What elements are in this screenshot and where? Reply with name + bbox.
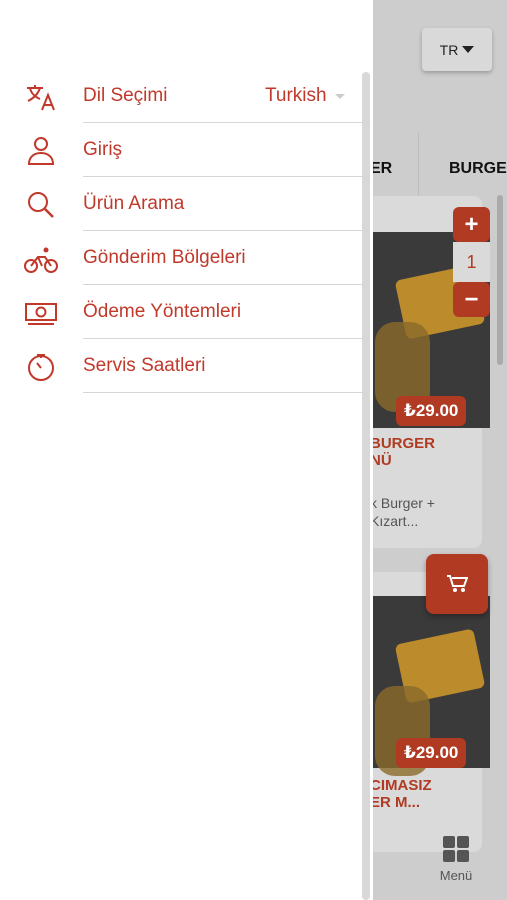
bottom-nav-menu[interactable]: Menü [430,836,482,883]
category-tab-1[interactable]: ER [370,160,392,178]
product-title-line1: BURGER [370,435,436,452]
drawer-item-login[interactable]: Giriş [0,123,370,177]
grid-icon [443,836,469,862]
caret-down-icon [462,46,475,53]
price-badge: ₺29.00 [396,396,467,426]
user-icon [27,137,55,165]
bicycle-icon [24,247,58,273]
drawer-item-label: Ürün Arama [83,193,185,214]
drawer-item-label: Giriş [83,139,123,160]
drawer-item-label: Gönderim Bölgeleri [83,247,246,268]
category-divider [418,132,419,202]
quantity-value: 1 [453,242,490,282]
language-select[interactable]: Turkish [265,69,345,123]
language-select-value: Turkish [265,85,327,106]
scrollbar[interactable] [497,195,503,365]
divider [83,392,370,393]
cart-icon [447,575,468,592]
drawer-item-language[interactable]: Dil Seçimi Turkish [0,69,370,123]
product-desc-line2: Kızart... [370,513,419,529]
drawer-item-delivery-zones[interactable]: Gönderim Bölgeleri [0,231,370,285]
product-desc-line1: k Burger + [370,495,435,511]
caret-down-icon [334,93,345,99]
price-badge: ₺29.00 [396,738,467,768]
product-title-line2: ER M... [370,794,421,811]
product-title-line2: NÜ [370,452,392,469]
menu-tab-label: Menü [439,868,473,883]
drawer-item-service-hours[interactable]: Servis Saatleri [0,339,370,393]
increase-button[interactable]: + [453,207,490,242]
cart-button[interactable] [426,554,488,614]
drawer-item-label: Dil Seçimi [83,85,168,106]
timer-icon [28,354,54,381]
navigation-drawer: Dil Seçimi Turkish Giriş Ürün Arama Gönd… [0,0,373,900]
drawer-item-product-search[interactable]: Ürün Arama [0,177,370,231]
money-icon [25,303,57,325]
decrease-button[interactable]: − [453,282,490,317]
language-toggle-button[interactable]: TR [422,28,492,71]
translate-icon [27,85,55,111]
product-title-line1: CIMASIZ [370,777,432,794]
quantity-stepper: + 1 − [453,207,490,317]
drawer-item-payment-methods[interactable]: Ödeme Yöntemleri [0,285,370,339]
drawer-item-label: Servis Saatleri [83,355,206,376]
category-tab-2[interactable]: BURGE [449,160,507,178]
drawer-item-label: Ödeme Yöntemleri [83,301,242,322]
language-code: TR [439,41,459,58]
search-icon [28,192,54,218]
